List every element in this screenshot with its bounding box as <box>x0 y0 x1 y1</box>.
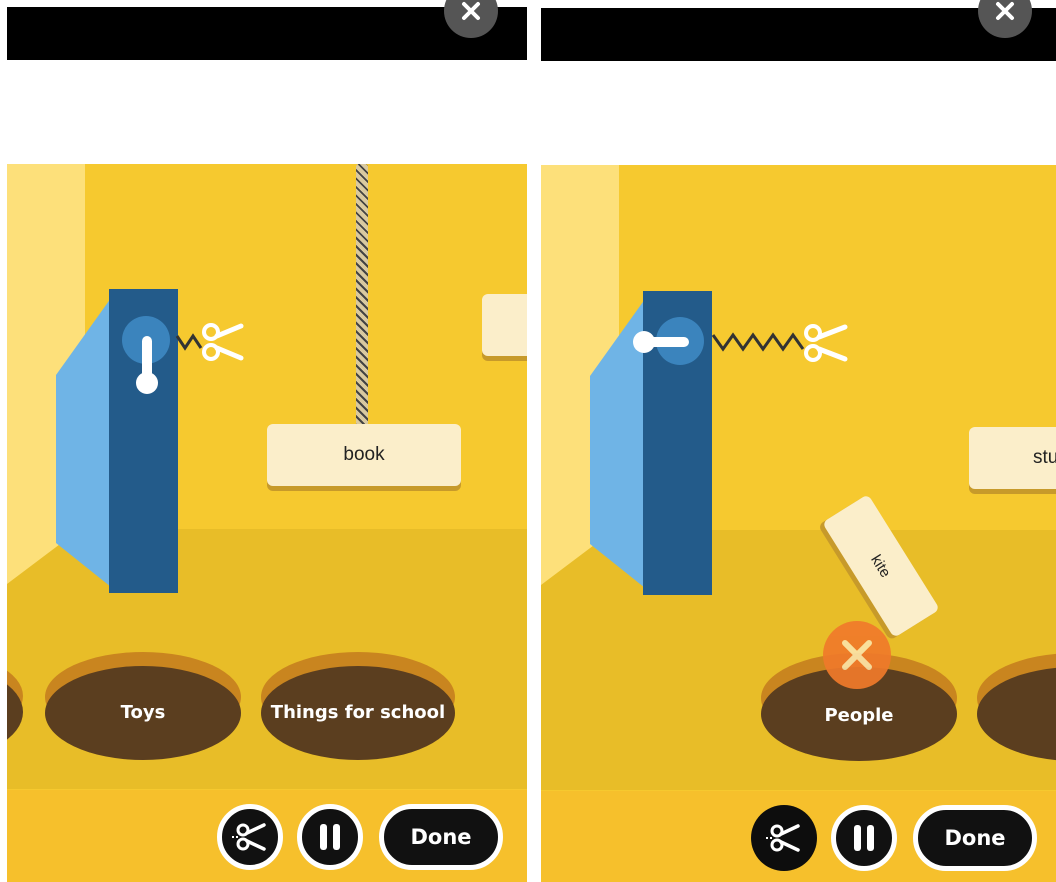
word-card[interactable]: book <box>267 424 461 486</box>
right-game-panel: kite stu People T <box>541 0 1056 882</box>
lever-tip <box>633 331 655 353</box>
partial-card-word: stu <box>1033 447 1056 468</box>
done-label: Done <box>944 826 1006 850</box>
done-button[interactable]: Done <box>379 804 503 870</box>
hole-label: People <box>824 705 894 726</box>
scissors-icon <box>766 824 800 852</box>
card-word: book <box>343 444 385 465</box>
lever-tip <box>136 372 158 394</box>
hole-label: Things for school <box>270 702 446 723</box>
left-game-panel: book Toys Things for school Done <box>7 0 527 882</box>
hole-label: Toys <box>120 702 166 723</box>
done-button[interactable]: Done <box>913 805 1037 871</box>
pause-button[interactable] <box>831 805 897 871</box>
scissors-icon <box>232 823 266 851</box>
partial-word-card[interactable]: stu <box>969 427 1056 489</box>
category-hole-toys[interactable]: Toys <box>45 666 241 760</box>
x-mark-icon <box>842 640 872 670</box>
x-icon <box>462 2 480 20</box>
rope <box>356 164 368 426</box>
wrong-indicator <box>823 621 891 689</box>
pause-icon <box>320 824 340 850</box>
pause-icon <box>854 825 874 851</box>
cut-button[interactable] <box>217 804 283 870</box>
game-scene: kite stu People T <box>541 165 1056 882</box>
pause-button[interactable] <box>297 804 363 870</box>
cut-button[interactable] <box>751 805 817 871</box>
x-icon <box>996 2 1014 20</box>
done-label: Done <box>410 825 472 849</box>
hole-label: T <box>977 705 1056 726</box>
scissors-spring <box>711 324 848 362</box>
scissors-spring <box>175 323 244 361</box>
card-word: kite <box>867 551 895 581</box>
game-scene: book Toys Things for school Done <box>7 164 527 882</box>
partial-word-card[interactable] <box>482 294 527 356</box>
category-hole-things-for-school[interactable]: Things for school <box>261 666 455 760</box>
